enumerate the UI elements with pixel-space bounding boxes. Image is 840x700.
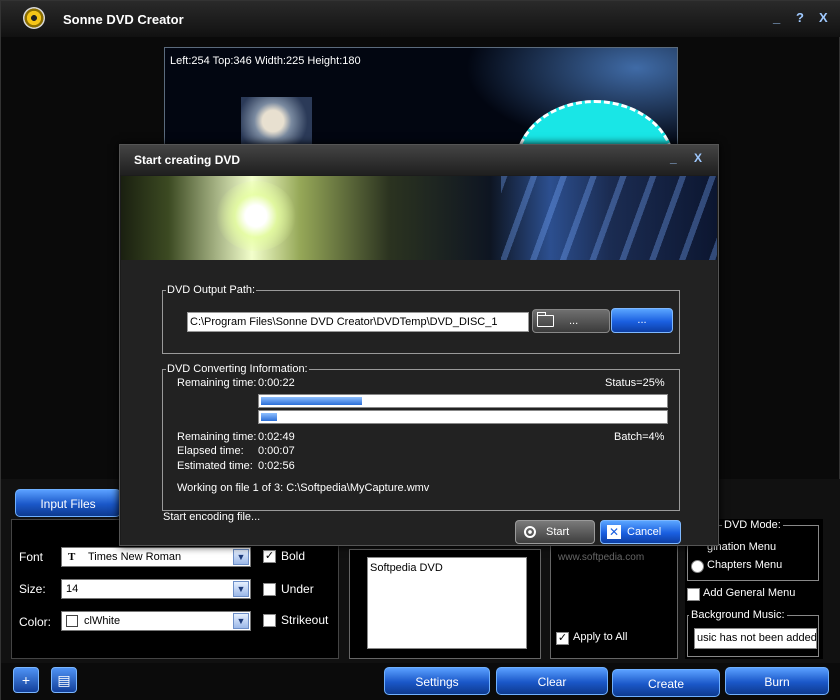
- size-select-value: 14: [66, 583, 79, 595]
- elapsed-time-label: Elapsed time:: [177, 445, 244, 457]
- text-list[interactable]: Softpedia DVD: [367, 557, 527, 649]
- color-swatch: [66, 615, 78, 627]
- browse-folder-label: ...: [569, 315, 579, 327]
- converting-info-title: DVD Converting Information:: [166, 363, 309, 375]
- batch-percent: Batch=4%: [614, 431, 665, 443]
- output-path-title: DVD Output Path:: [166, 284, 257, 296]
- font-label: Font: [19, 550, 44, 564]
- chevron-down-icon[interactable]: ▼: [233, 581, 249, 597]
- app-titlebar: Sonne DVD Creator _ ? X: [1, 1, 840, 37]
- cancel-button[interactable]: ✕ Cancel: [600, 520, 681, 544]
- preview-thumbnail[interactable]: [241, 97, 312, 146]
- chevron-down-icon[interactable]: ▼: [233, 613, 249, 629]
- estimated-time-label: Estimated time:: [177, 460, 253, 472]
- background-music-title: Background Music:: [689, 609, 787, 621]
- coordinates-readout: Left:254 Top:346 Width:225 Height:180: [170, 55, 361, 67]
- batch-progress-fill: [261, 413, 277, 421]
- browse-button[interactable]: ...: [611, 308, 673, 333]
- output-path-input[interactable]: C:\Program Files\Sonne DVD Creator\DVDTe…: [187, 312, 529, 332]
- status-progress-bar: [258, 394, 668, 408]
- status-progress-fill: [261, 397, 362, 405]
- app-title: Sonne DVD Creator: [63, 12, 184, 27]
- remaining-time-value-2: 0:02:49: [258, 431, 295, 443]
- help-button[interactable]: ?: [796, 10, 804, 25]
- dialog-title: Start creating DVD: [134, 153, 241, 167]
- dvd-mode-title: DVD Mode:: [722, 519, 783, 531]
- minimize-button[interactable]: _: [773, 10, 780, 25]
- encoding-status-text: Start encoding file...: [163, 511, 261, 523]
- bold-checkbox[interactable]: ✓: [263, 550, 276, 563]
- font-select[interactable]: T Times New Roman ▼: [61, 547, 251, 567]
- remaining-time-label: Remaining time:: [177, 377, 257, 389]
- cancel-label: Cancel: [627, 526, 662, 538]
- start-label: Start: [546, 526, 570, 538]
- chapters-menu-radio[interactable]: [691, 560, 704, 573]
- strikeout-label: Strikeout: [281, 613, 329, 627]
- burn-button[interactable]: Burn: [725, 667, 829, 695]
- banner-glow: [216, 181, 296, 251]
- banner-shards: [501, 176, 717, 260]
- start-button[interactable]: Start: [515, 520, 595, 544]
- close-button[interactable]: X: [819, 10, 828, 25]
- underline-checkbox[interactable]: [263, 583, 276, 596]
- color-select[interactable]: clWhite ▼: [61, 611, 251, 631]
- start-icon: [524, 526, 536, 538]
- estimated-time-value: 0:02:56: [258, 460, 295, 472]
- menu-preview-canvas[interactable]: Left:254 Top:346 Width:225 Height:180: [164, 47, 678, 147]
- remaining-time-value: 0:00:22: [258, 377, 295, 389]
- chevron-down-icon[interactable]: ▼: [233, 549, 249, 565]
- input-files-button[interactable]: Input Files: [15, 489, 121, 517]
- add-general-menu-checkbox[interactable]: [687, 588, 700, 601]
- dvd-logo-icon: [23, 7, 45, 29]
- color-select-value: clWhite: [84, 615, 121, 627]
- remaining-time-label-2: Remaining time:: [177, 431, 257, 443]
- add-general-menu-label: Add General Menu: [703, 587, 796, 599]
- settings-button[interactable]: Settings: [384, 667, 490, 695]
- apply-to-all-label: Apply to All: [573, 631, 628, 643]
- batch-progress-bar: [258, 410, 668, 424]
- dialog-titlebar: Start creating DVD _ X: [120, 145, 718, 175]
- dialog-minimize-button[interactable]: _: [670, 151, 677, 165]
- color-label: Color:: [19, 615, 52, 629]
- strikeout-checkbox[interactable]: [263, 614, 276, 627]
- elapsed-time-value: 0:00:07: [258, 445, 295, 457]
- size-select[interactable]: 14 ▼: [61, 579, 251, 599]
- font-type-icon: T: [68, 551, 76, 563]
- close-icon: ✕: [607, 525, 621, 539]
- font-select-value: Times New Roman: [88, 551, 182, 563]
- working-on-text: Working on file 1 of 3: C:\Softpedia\MyC…: [177, 482, 430, 494]
- list-item[interactable]: Softpedia DVD: [370, 562, 524, 574]
- size-label: Size:: [19, 582, 46, 596]
- clear-button[interactable]: Clear: [496, 667, 608, 695]
- background-music-field[interactable]: usic has not been added: [694, 628, 817, 649]
- watermark: www.softpedia.com: [558, 552, 645, 563]
- underline-label: Under: [281, 582, 314, 596]
- bold-label: Bold: [281, 549, 306, 563]
- add-item-icon[interactable]: +: [13, 667, 39, 693]
- status-percent: Status=25%: [605, 377, 665, 389]
- chapters-menu-label: Chapters Menu: [707, 559, 783, 571]
- apply-to-all-checkbox[interactable]: ✓: [556, 632, 569, 645]
- film-icon[interactable]: ▤: [51, 667, 77, 693]
- create-button[interactable]: Create: [612, 669, 720, 697]
- folder-icon: [537, 312, 554, 327]
- dialog-close-button[interactable]: X: [694, 151, 702, 165]
- browse-folder-button[interactable]: ...: [532, 309, 610, 333]
- dialog-banner-image: [121, 176, 717, 260]
